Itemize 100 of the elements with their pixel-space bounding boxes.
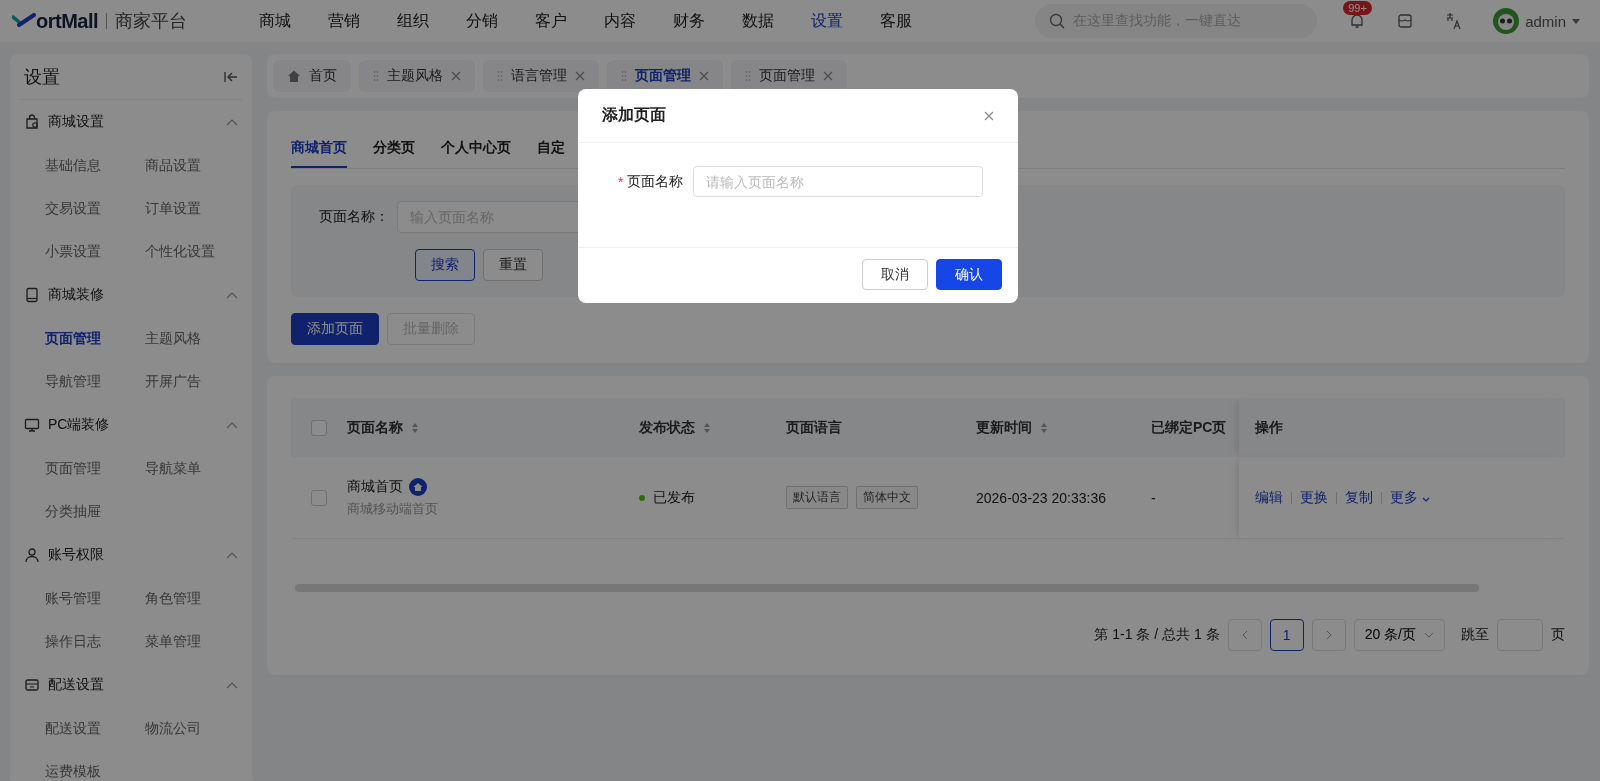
select-all-checkbox[interactable]	[311, 419, 327, 436]
sidebar-item[interactable]: 基础信息	[45, 144, 145, 187]
drag-handle-icon[interactable]	[373, 70, 379, 82]
nav-item[interactable]: 客户	[535, 10, 567, 32]
column-header: 已绑定PC页	[1151, 418, 1227, 437]
chevron-up-icon[interactable]	[226, 681, 238, 689]
sidebar-group[interactable]: PC端装修	[48, 416, 110, 434]
sidebar-group[interactable]: 配送设置	[48, 676, 104, 694]
confirm-button[interactable]: 确认	[936, 259, 1002, 290]
box-icon	[24, 677, 40, 693]
nav-item[interactable]: 分销	[466, 10, 498, 32]
prev-page-button[interactable]	[1227, 619, 1262, 651]
chevron-up-icon[interactable]	[226, 551, 238, 559]
sidebar-item[interactable]: 操作日志	[45, 620, 145, 663]
action-link[interactable]: 更多	[1390, 488, 1430, 507]
status-text: 已发布	[653, 488, 695, 507]
close-icon[interactable]	[575, 71, 585, 81]
pagination-summary: 第 1-1 条 / 总共 1 条	[1094, 626, 1220, 644]
row-checkbox[interactable]	[311, 489, 327, 506]
sidebar-item[interactable]: 账号管理	[45, 577, 145, 620]
chevron-right-icon	[1325, 630, 1332, 640]
nav-item[interactable]: 商城	[259, 10, 291, 32]
page-tab[interactable]: 页面管理	[607, 60, 723, 92]
sort-icon[interactable]	[703, 421, 711, 434]
notification-badge: 99+	[1343, 1, 1372, 15]
tablet-icon	[24, 287, 40, 303]
page-tab[interactable]: 主题风格	[359, 60, 475, 92]
sidebar-item[interactable]: 角色管理	[145, 577, 245, 620]
page-tab[interactable]: 语言管理	[483, 60, 599, 92]
sort-icon[interactable]	[411, 421, 419, 434]
home-icon	[287, 69, 301, 83]
sidebar-item[interactable]: 开屏广告	[145, 360, 245, 403]
sidebar-item[interactable]: 配送设置	[45, 707, 145, 750]
drag-handle-icon[interactable]	[745, 70, 751, 82]
nav-item[interactable]: 营销	[328, 10, 360, 32]
nav-item[interactable]: 组织	[397, 10, 429, 32]
action-link[interactable]: 复制	[1345, 488, 1373, 507]
sub-tab[interactable]: 个人中心页	[441, 129, 511, 168]
chevron-up-icon[interactable]	[226, 291, 238, 299]
page-tab[interactable]: 页面管理	[731, 60, 847, 92]
store-icon[interactable]	[1397, 13, 1414, 29]
language-tag: 简体中文	[856, 486, 918, 509]
caret-icon[interactable]	[1572, 18, 1580, 24]
sidebar-group[interactable]: 账号权限	[48, 546, 104, 564]
close-icon[interactable]	[984, 110, 994, 121]
close-icon[interactable]	[699, 71, 709, 81]
filter-label: 页面名称：	[319, 208, 389, 226]
sidebar-item[interactable]: 订单设置	[145, 187, 245, 230]
drag-handle-icon[interactable]	[497, 70, 503, 82]
bell-icon[interactable]	[1349, 13, 1366, 29]
page-tab[interactable]: 首页	[273, 60, 351, 92]
nav-item[interactable]: 财务	[673, 10, 705, 32]
column-header[interactable]: 更新时间	[976, 418, 1032, 437]
search-button[interactable]: 搜索	[415, 249, 475, 281]
sidebar-item[interactable]: 菜单管理	[145, 620, 245, 663]
action-link[interactable]: 编辑	[1255, 488, 1283, 507]
sidebar-item[interactable]: 商品设置	[145, 144, 245, 187]
sidebar-item[interactable]: 个性化设置	[145, 230, 245, 273]
sidebar-item[interactable]: 导航菜单	[145, 447, 245, 490]
sidebar-item[interactable]: 小票设置	[45, 230, 145, 273]
sidebar-item[interactable]: 分类抽屉	[45, 490, 145, 533]
column-header[interactable]: 发布状态	[639, 418, 695, 437]
user-name[interactable]: admin	[1525, 12, 1566, 30]
sort-icon[interactable]	[1040, 421, 1048, 434]
page-button[interactable]: 1	[1269, 619, 1304, 651]
close-icon[interactable]	[823, 71, 833, 81]
sidebar-item[interactable]: 页面管理	[45, 447, 145, 490]
reset-button[interactable]: 重置	[483, 249, 543, 281]
chevron-up-icon[interactable]	[226, 421, 238, 429]
sidebar-group[interactable]: 商城设置	[48, 113, 104, 131]
column-header[interactable]: 页面名称	[347, 418, 403, 437]
next-page-button[interactable]	[1311, 619, 1346, 651]
sidebar-item[interactable]: 物流公司	[145, 707, 245, 750]
page-size-select[interactable]: 20 条/页	[1353, 619, 1445, 651]
nav-item[interactable]: 客服	[880, 10, 912, 32]
sub-tab[interactable]: 分类页	[373, 129, 415, 168]
nav-item[interactable]: 设置	[811, 10, 843, 32]
avatar-icon[interactable]	[1493, 8, 1520, 34]
sub-tab[interactable]: 商城首页	[291, 129, 347, 168]
bag-icon	[24, 114, 40, 130]
sidebar-item[interactable]: 页面管理	[45, 317, 145, 360]
user-icon	[24, 547, 40, 563]
sub-tab[interactable]: 自定	[537, 129, 565, 168]
drag-handle-icon[interactable]	[621, 70, 627, 82]
page-name-input[interactable]: 请输入页面名称	[693, 166, 984, 197]
add-page-button[interactable]: 添加页面	[291, 313, 379, 345]
nav-item[interactable]: 内容	[604, 10, 636, 32]
sidebar-item[interactable]: 交易设置	[45, 187, 145, 230]
chevron-down-icon	[1421, 496, 1430, 502]
sidebar-item[interactable]: 导航管理	[45, 360, 145, 403]
cancel-button[interactable]: 取消	[862, 259, 928, 290]
collapse-icon[interactable]	[224, 70, 238, 83]
nav-item[interactable]: 数据	[742, 10, 774, 32]
chevron-up-icon[interactable]	[226, 118, 238, 126]
close-icon[interactable]	[451, 71, 461, 81]
sidebar-item[interactable]: 主题风格	[145, 317, 245, 360]
language-tag: 默认语言	[786, 486, 848, 509]
sidebar-item[interactable]: 运费模板	[45, 750, 145, 781]
action-link[interactable]: 更换	[1300, 488, 1328, 507]
sidebar-group[interactable]: 商城装修	[48, 286, 104, 304]
